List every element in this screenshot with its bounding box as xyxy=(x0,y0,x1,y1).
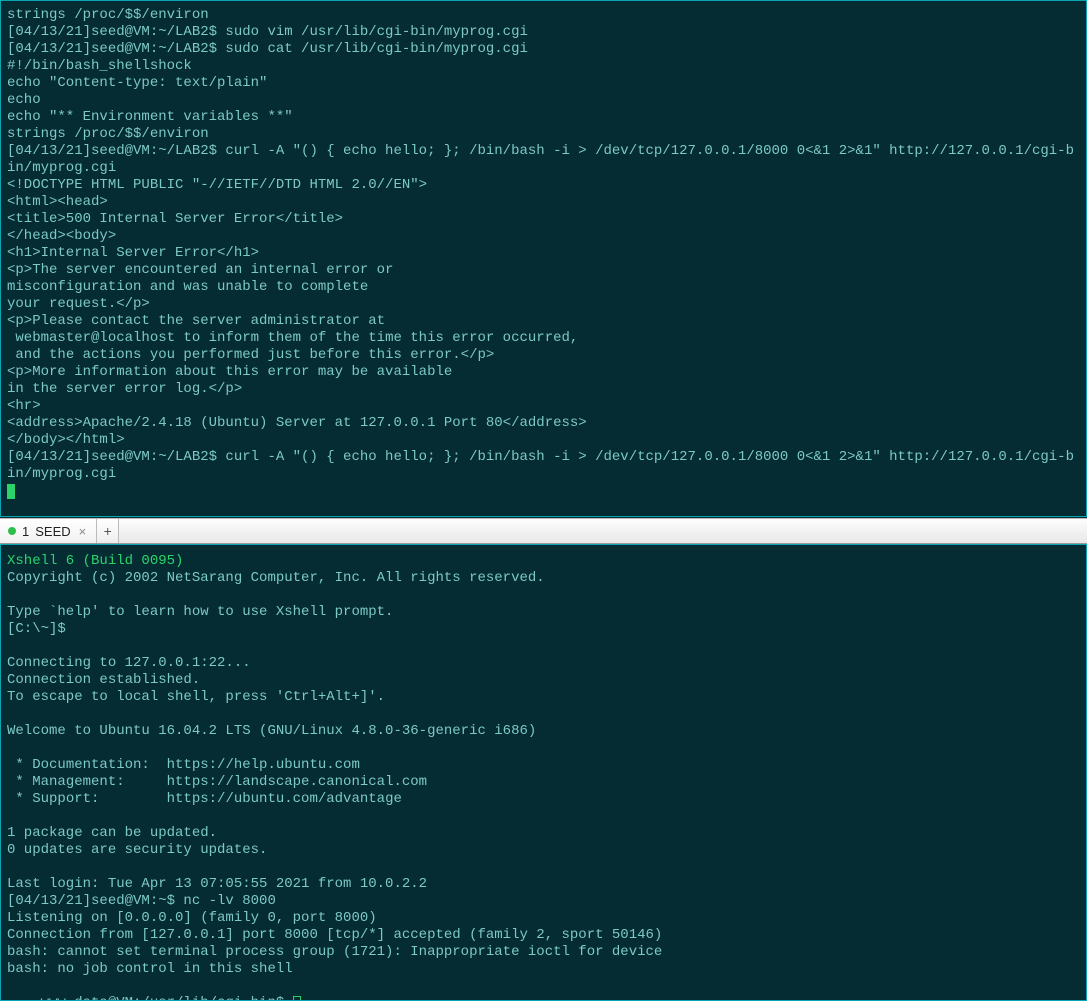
terminal-line: misconfiguration and was unable to compl… xyxy=(7,279,1080,296)
terminal-line: Welcome to Ubuntu 16.04.2 LTS (GNU/Linux… xyxy=(7,723,1080,740)
terminal-line: 0 updates are security updates. xyxy=(7,842,1080,859)
terminal-line: [04/13/21]seed@VM:~/LAB2$ curl -A "() { … xyxy=(7,143,1080,177)
terminal-line xyxy=(7,638,1080,655)
terminal-line: Connecting to 127.0.0.1:22... xyxy=(7,655,1080,672)
terminal-line: bash: cannot set terminal process group … xyxy=(7,944,1080,961)
terminal-line: echo xyxy=(7,92,1080,109)
terminal-line: strings /proc/$$/environ xyxy=(7,7,1080,24)
terminal-line: To escape to local shell, press 'Ctrl+Al… xyxy=(7,689,1080,706)
add-tab-button[interactable]: + xyxy=(97,519,119,543)
terminal-line: in the server error log.</p> xyxy=(7,381,1080,398)
terminal-line: strings /proc/$$/environ xyxy=(7,126,1080,143)
terminal-line: <p>More information about this error may… xyxy=(7,364,1080,381)
terminal-line: echo "Content-type: text/plain" xyxy=(7,75,1080,92)
terminal-line: [04/13/21]seed@VM:~/LAB2$ sudo cat /usr/… xyxy=(7,41,1080,58)
terminal-line: <!DOCTYPE HTML PUBLIC "-//IETF//DTD HTML… xyxy=(7,177,1080,194)
tab-label: SEED xyxy=(35,523,70,540)
cursor-icon xyxy=(293,996,301,1001)
terminal-line: and the actions you performed just befor… xyxy=(7,347,1080,364)
terminal-line: Connection established. xyxy=(7,672,1080,689)
terminal-line: your request.</p> xyxy=(7,296,1080,313)
terminal-line xyxy=(7,859,1080,876)
terminal-line: echo "** Environment variables **" xyxy=(7,109,1080,126)
terminal-line: <p>Please contact the server administrat… xyxy=(7,313,1080,330)
terminal-line: [04/13/21]seed@VM:~$ nc -lv 8000 xyxy=(7,893,1080,910)
terminal-line: webmaster@localhost to inform them of th… xyxy=(7,330,1080,347)
terminal-line: <address>Apache/2.4.18 (Ubuntu) Server a… xyxy=(7,415,1080,432)
tab-seed[interactable]: 1 SEED × xyxy=(0,519,97,543)
close-icon[interactable]: × xyxy=(77,523,89,540)
prompt-line[interactable]: www-data@VM:/usr/lib/cgi-bin$ xyxy=(7,978,1080,1001)
xshell-header: Xshell 6 (Build 0095) xyxy=(7,553,1080,570)
tab-bar: 1 SEED × + xyxy=(0,518,1087,544)
bottom-terminal-content: Copyright (c) 2002 NetSarang Computer, I… xyxy=(7,570,1080,978)
terminal-line: Copyright (c) 2002 NetSarang Computer, I… xyxy=(7,570,1080,587)
cursor-line xyxy=(7,483,1080,500)
terminal-line: * Support: https://ubuntu.com/advantage xyxy=(7,791,1080,808)
terminal-line: * Documentation: https://help.ubuntu.com xyxy=(7,757,1080,774)
terminal-line: * Management: https://landscape.canonica… xyxy=(7,774,1080,791)
top-terminal-content: strings /proc/$$/environ[04/13/21]seed@V… xyxy=(7,7,1080,483)
shell-prompt: www-data@VM:/usr/lib/cgi-bin$ xyxy=(41,995,293,1001)
cursor-icon xyxy=(7,484,15,499)
terminal-line: Last login: Tue Apr 13 07:05:55 2021 fro… xyxy=(7,876,1080,893)
tab-index: 1 xyxy=(22,523,29,540)
terminal-line: <h1>Internal Server Error</h1> xyxy=(7,245,1080,262)
terminal-line: </head><body> xyxy=(7,228,1080,245)
terminal-line: <title>500 Internal Server Error</title> xyxy=(7,211,1080,228)
terminal-line: 1 package can be updated. xyxy=(7,825,1080,842)
terminal-line: <html><head> xyxy=(7,194,1080,211)
terminal-line xyxy=(7,587,1080,604)
terminal-line: Connection from [127.0.0.1] port 8000 [t… xyxy=(7,927,1080,944)
terminal-line xyxy=(7,740,1080,757)
terminal-line: <p>The server encountered an internal er… xyxy=(7,262,1080,279)
terminal-line: [04/13/21]seed@VM:~/LAB2$ curl -A "() { … xyxy=(7,449,1080,483)
terminal-line: [04/13/21]seed@VM:~/LAB2$ sudo vim /usr/… xyxy=(7,24,1080,41)
terminal-line: #!/bin/bash_shellshock xyxy=(7,58,1080,75)
bottom-terminal-pane[interactable]: Xshell 6 (Build 0095) Copyright (c) 2002… xyxy=(0,544,1087,1001)
terminal-line: Type `help' to learn how to use Xshell p… xyxy=(7,604,1080,621)
terminal-line: </body></html> xyxy=(7,432,1080,449)
terminal-line: Listening on [0.0.0.0] (family 0, port 8… xyxy=(7,910,1080,927)
terminal-line: bash: no job control in this shell xyxy=(7,961,1080,978)
terminal-line xyxy=(7,808,1080,825)
terminal-line xyxy=(7,706,1080,723)
terminal-line: <hr> xyxy=(7,398,1080,415)
top-terminal-pane[interactable]: strings /proc/$$/environ[04/13/21]seed@V… xyxy=(0,0,1087,517)
status-dot-icon xyxy=(8,527,16,535)
terminal-line: [C:\~]$ xyxy=(7,621,1080,638)
